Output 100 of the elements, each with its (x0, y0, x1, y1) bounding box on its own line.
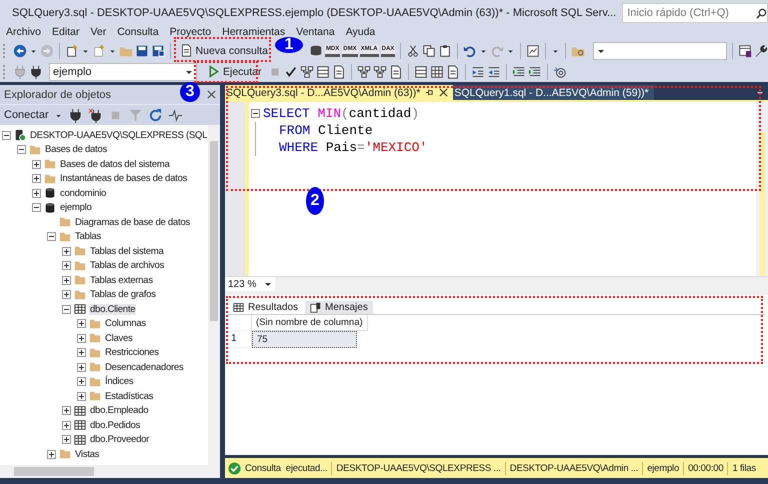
collapse-toggle-icon[interactable] (2, 130, 11, 140)
table-cell[interactable]: 75 (252, 331, 357, 348)
expand-toggle-icon[interactable] (77, 334, 86, 343)
scrollbar[interactable] (0, 465, 220, 478)
diagram-icon[interactable] (372, 64, 387, 78)
collapse-toggle-icon[interactable] (47, 232, 56, 242)
execute-button[interactable]: Ejecutar (203, 62, 266, 81)
pin-icon[interactable] (425, 88, 434, 97)
collapse-toggle-icon[interactable] (32, 203, 41, 212)
activity-icon[interactable] (168, 108, 183, 122)
expand-toggle-icon[interactable] (77, 348, 86, 358)
new-project-icon[interactable] (64, 44, 79, 58)
tree-item[interactable]: Claves (104, 332, 134, 344)
document-icon[interactable] (332, 64, 346, 78)
expand-toggle-icon[interactable] (32, 174, 41, 184)
menu-item[interactable]: Consulta (113, 26, 166, 38)
refresh-icon[interactable] (148, 108, 163, 122)
diagram-icon[interactable] (356, 64, 371, 78)
save-all-icon[interactable] (150, 44, 165, 58)
tree-item[interactable]: dbo.Proveedor (89, 434, 150, 446)
menu-item[interactable]: Ventana (292, 26, 342, 38)
checkmark-icon[interactable] (284, 64, 298, 78)
tree-item[interactable]: Desencadenadores (104, 362, 184, 373)
expand-toggle-icon[interactable] (62, 261, 71, 270)
document-icon[interactable] (388, 64, 403, 78)
properties-icon[interactable] (738, 44, 752, 58)
expand-toggle-icon[interactable] (77, 319, 86, 328)
new-query-button[interactable]: Nueva consulta (176, 41, 272, 60)
uncomment-lines-icon[interactable] (528, 64, 542, 78)
expand-toggle-icon[interactable] (32, 160, 41, 169)
tree-item[interactable]: dbo.Cliente (89, 304, 136, 315)
scrollbar[interactable] (208, 125, 220, 465)
scissors-icon[interactable] (406, 44, 420, 58)
expand-toggle-icon[interactable] (62, 246, 71, 256)
tree-item[interactable]: Tablas externas (89, 274, 154, 286)
database-dropdown[interactable]: ejemplo (49, 62, 197, 80)
grid-icon[interactable] (430, 64, 444, 78)
expand-toggle-icon[interactable] (47, 450, 56, 459)
tree-item[interactable]: DESKTOP-UAAE5VQ\SQLEXPRESS (SQL (29, 130, 208, 141)
tree-item[interactable]: Tablas de grafos (89, 289, 157, 300)
expand-toggle-icon[interactable] (32, 188, 41, 198)
wrench-icon[interactable] (754, 44, 768, 58)
menu-item[interactable]: Proyecto (166, 26, 218, 38)
tree-item[interactable]: Tablas (74, 231, 102, 242)
tree-item[interactable]: Instantáneas de bases de datos (59, 173, 188, 184)
expand-toggle-icon[interactable] (62, 276, 71, 285)
paste-icon[interactable] (438, 44, 452, 58)
tree-item[interactable]: Tablas de archivos (89, 260, 166, 272)
comment-lines-icon[interactable] (512, 64, 526, 78)
window-icon[interactable] (414, 64, 428, 78)
collapse-toggle-icon[interactable] (17, 145, 26, 154)
report-icon[interactable] (526, 44, 540, 58)
tree-item[interactable]: Índices (104, 376, 134, 388)
menu-item[interactable]: Archivo (2, 26, 48, 38)
save-icon[interactable] (134, 44, 149, 58)
quick-launch-field[interactable]: Inicio rápido (Ctrl+Q) (622, 3, 768, 23)
expand-toggle-icon[interactable] (77, 392, 86, 401)
plug-filter-icon[interactable] (29, 64, 43, 78)
menu-item[interactable]: Editar (48, 26, 86, 38)
scrollbar[interactable] (756, 102, 768, 276)
tree-item[interactable]: Vistas (74, 448, 100, 460)
tree-item[interactable]: Diagramas de base de datos (74, 216, 191, 228)
expand-toggle-icon[interactable] (77, 377, 86, 386)
plug-filter-icon[interactable] (68, 108, 83, 122)
disconnect-icon[interactable] (88, 108, 103, 122)
document-tab[interactable]: SQLQuery3.sql - D...AE5VQ\Admin (63))* (225, 85, 454, 100)
tree-item[interactable]: Bases de datos (44, 144, 108, 156)
expand-toggle-icon[interactable] (62, 290, 71, 300)
collapse-toggle-icon[interactable] (251, 109, 260, 118)
close-icon[interactable] (207, 90, 216, 99)
menu-item[interactable]: Ayuda (342, 26, 382, 38)
tree-item[interactable]: dbo.Pedidos (89, 420, 142, 431)
tree-item[interactable]: Tablas del sistema (89, 246, 165, 257)
tree-item[interactable]: Columnas (104, 318, 147, 330)
copy-icon[interactable] (422, 44, 436, 58)
results-tab[interactable]: Mensajes (305, 301, 373, 314)
expand-toggle-icon[interactable] (62, 435, 71, 444)
document-icon[interactable] (446, 64, 460, 78)
tree-item[interactable]: Restricciones (104, 347, 160, 358)
tree-item[interactable]: ejemplo (59, 202, 92, 214)
close-icon[interactable] (439, 88, 448, 97)
tree-item[interactable]: Estadísticas (104, 390, 154, 402)
database-query-icon[interactable] (308, 44, 323, 58)
tree-item[interactable]: dbo.Empleado (89, 405, 150, 416)
tree-item[interactable]: Bases de datos del sistema (59, 158, 171, 170)
menu-item[interactable]: Ver (86, 26, 114, 38)
zoom-dropdown[interactable]: 123 % (225, 277, 275, 291)
tree-item[interactable]: condominio (59, 188, 108, 199)
diagram-icon[interactable] (300, 64, 314, 78)
indent-icon[interactable] (470, 64, 485, 78)
expand-toggle-icon[interactable] (62, 420, 71, 430)
connect-button[interactable]: Conectar (4, 109, 49, 121)
document-tab[interactable]: SQLQuery1.sql - D...AE5VQ\Admin (59))* (453, 85, 654, 100)
window-icon[interactable] (316, 64, 330, 78)
outdent-icon[interactable] (486, 64, 501, 78)
collapse-toggle-icon[interactable] (62, 304, 71, 314)
expand-toggle-icon[interactable] (62, 406, 71, 416)
expand-toggle-icon[interactable] (77, 362, 86, 372)
undo-icon[interactable] (463, 44, 478, 58)
menu-item[interactable]: Herramientas (218, 26, 292, 38)
